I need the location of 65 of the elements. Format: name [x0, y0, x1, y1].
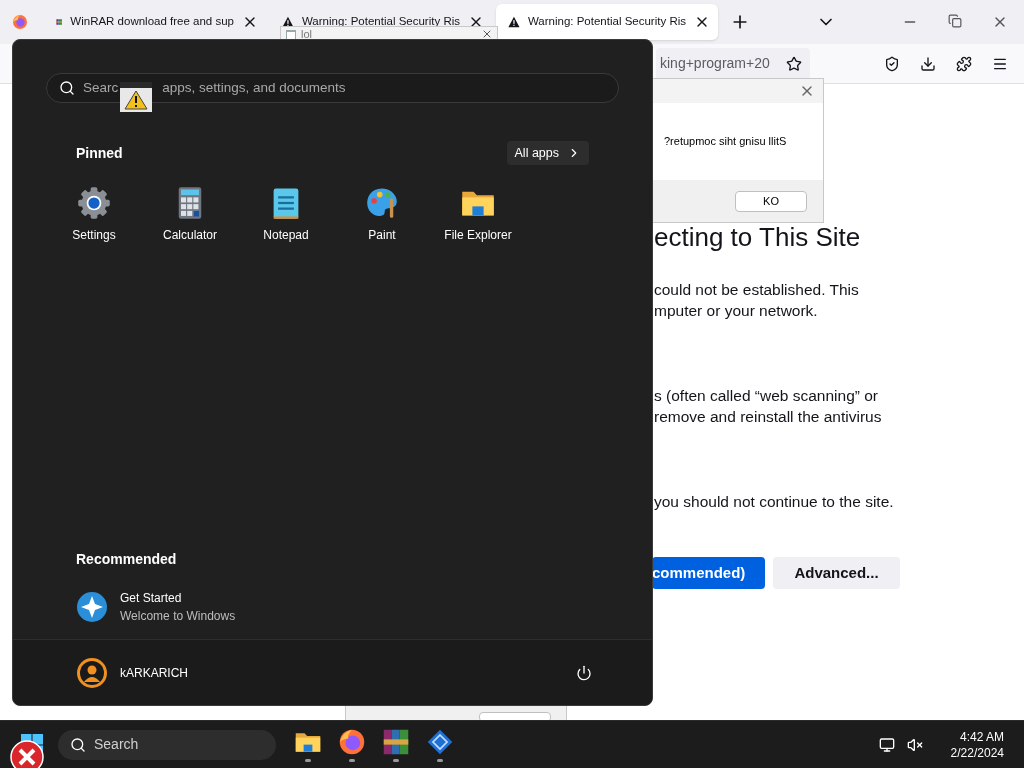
all-apps-button[interactable]: All apps [506, 141, 589, 165]
page-heading: ecting to This Site [654, 221, 862, 254]
warning-icon [124, 90, 148, 110]
pinned-app[interactable]: Calculator [142, 185, 238, 244]
puzzle-icon[interactable] [956, 55, 972, 72]
running-indicator [349, 758, 355, 762]
page-paragraph: you should not continue to the site. [654, 492, 895, 512]
pinned-app[interactable]: Paint [334, 185, 430, 244]
taskbar-search[interactable]: Search [58, 729, 276, 760]
advanced-button[interactable]: Advanced... [773, 557, 900, 589]
running-indicator [305, 758, 311, 762]
window-title: lol [301, 28, 312, 40]
tab-title: WinRAR download free and sup [70, 14, 234, 30]
item-subtitle: Welcome to Windows [120, 608, 236, 625]
pinned-app[interactable]: Notepad [238, 185, 334, 244]
address-text: king+program+20 [660, 54, 771, 73]
user-button[interactable]: kARKARICH [76, 656, 188, 689]
search-label: Search [94, 735, 139, 754]
search-icon [70, 736, 86, 753]
address-bar[interactable]: king+program+20 [656, 47, 810, 80]
star-logo-icon [76, 591, 108, 623]
section-title: Recommended [76, 551, 177, 567]
diamond-icon[interactable] [426, 727, 454, 756]
tab-title: Warning: Potential Security Ris [527, 14, 686, 30]
gear-icon [76, 185, 112, 221]
app-label: File Explorer [444, 227, 512, 244]
section-title: Pinned [76, 143, 123, 163]
go-back-button[interactable]: commended) [652, 557, 765, 589]
running-indicator [437, 758, 443, 762]
muted-speaker-icon[interactable] [906, 736, 923, 753]
search-placeholder: Searc [83, 78, 119, 97]
app-label: Calculator [163, 227, 217, 244]
power-icon[interactable] [576, 664, 592, 681]
recommended-item[interactable]: Get Started Welcome to Windows [76, 589, 652, 625]
clock[interactable]: 4:42 AM 2/22/2024 [950, 728, 1004, 761]
star-icon[interactable] [786, 55, 802, 72]
browser-tab[interactable]: Warning: Potential Security Ris [496, 4, 718, 40]
app-label: Notepad [263, 227, 309, 244]
books-icon [382, 727, 410, 756]
item-title: Get Started [120, 590, 183, 607]
ok-button[interactable]: KO [735, 190, 807, 212]
browser-tab[interactable]: WinRAR download free and sup [44, 4, 266, 40]
pinned-app[interactable]: File Explorer [430, 185, 526, 244]
search-icon [59, 80, 75, 96]
avatar-icon [76, 656, 108, 689]
search-placeholder: apps, settings, and documents [162, 78, 346, 97]
restore-icon[interactable] [948, 14, 962, 28]
pinned-app[interactable]: Settings [46, 185, 142, 244]
close-icon[interactable] [481, 28, 493, 40]
palette-icon [364, 185, 400, 221]
error-dialog [10, 740, 44, 768]
page-paragraph: s (often called “web scanning” or remove and reinstall the antivirus [654, 386, 883, 427]
monitor-icon[interactable] [878, 736, 895, 753]
page-paragraph: could not be established. This mputer or your network. [654, 280, 860, 321]
download-icon[interactable] [920, 55, 936, 72]
app-label: Settings [72, 227, 116, 244]
search-field[interactable]: Searc apps, settings, and documents [46, 73, 619, 103]
shield-icon[interactable] [884, 55, 900, 72]
fox-globe-icon[interactable] [338, 727, 366, 756]
dialog-message: ?retupmoc siht gnisu llitS [664, 134, 787, 150]
app-label: Paint [368, 227, 396, 244]
window-icon [285, 29, 297, 41]
running-indicator [393, 758, 399, 762]
tab-title: Warning: Potential Security Ris [301, 14, 460, 30]
user-name: kARKARICH [120, 664, 188, 682]
